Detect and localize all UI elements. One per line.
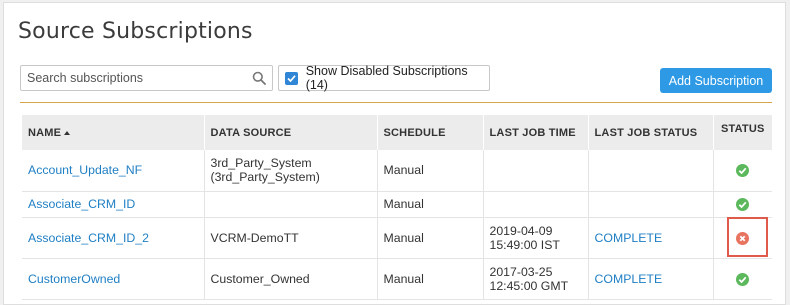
- error-circle-icon: [736, 231, 750, 245]
- schedule-cell: Manual: [377, 150, 484, 192]
- subscription-name-link[interactable]: CustomerOwned: [22, 258, 205, 300]
- show-disabled-label: Show Disabled Subscriptions (14): [305, 64, 468, 92]
- table-row: Associate_CRM_ID Manual: [22, 191, 772, 218]
- data-source-cell: Customer_Owned: [204, 258, 378, 300]
- header-divider: [20, 102, 772, 103]
- column-header-status[interactable]: STATUS: [713, 115, 772, 150]
- search-icon[interactable]: [252, 71, 266, 85]
- subscriptions-table: NAME DATA SOURCE SCHEDULE LAST JOB TIME …: [22, 115, 772, 300]
- status-cell: [713, 150, 772, 192]
- column-header-last-job-status[interactable]: LAST JOB STATUS: [588, 115, 714, 150]
- last-job-time-cell: 2019-04-09 15:49:00 IST: [483, 217, 589, 259]
- sort-ascending-icon: [64, 130, 71, 135]
- table-row: Associate_CRM_ID_2 VCRM-DemoTT Manual 20…: [22, 217, 772, 259]
- column-header-schedule[interactable]: SCHEDULE: [377, 115, 484, 150]
- search-box[interactable]: [20, 65, 273, 91]
- status-cell: [713, 191, 772, 218]
- search-input[interactable]: [21, 66, 241, 90]
- check-circle-icon: [736, 272, 750, 286]
- data-source-cell: 3rd_Party_System (3rd_Party_System): [204, 150, 378, 192]
- last-job-status-link[interactable]: COMPLETE: [588, 258, 714, 300]
- status-cell: [713, 258, 772, 300]
- table-row: CustomerOwned Customer_Owned Manual 2017…: [22, 258, 772, 300]
- last-job-time-cell: [483, 191, 589, 218]
- data-source-cell: [204, 191, 378, 218]
- check-icon: [287, 74, 296, 82]
- show-disabled-toggle[interactable]: Show Disabled Subscriptions (14): [278, 64, 490, 92]
- last-job-status-link[interactable]: [588, 150, 714, 192]
- page-title: Source Subscriptions: [18, 19, 253, 44]
- data-source-cell: VCRM-DemoTT: [204, 217, 378, 259]
- schedule-cell: Manual: [377, 258, 484, 300]
- column-header-last-job-time[interactable]: LAST JOB TIME: [483, 115, 589, 150]
- last-job-status-link[interactable]: [588, 191, 714, 218]
- column-header-data-source[interactable]: DATA SOURCE: [204, 115, 378, 150]
- schedule-cell: Manual: [377, 217, 484, 259]
- last-job-time-cell: 2017-03-25 12:45:00 GMT: [483, 258, 589, 300]
- check-circle-icon: [736, 198, 750, 212]
- last-job-time-cell: [483, 150, 589, 192]
- last-job-status-link[interactable]: COMPLETE: [588, 217, 714, 259]
- schedule-cell: Manual: [377, 191, 484, 218]
- subscription-name-link[interactable]: Associate_CRM_ID_2: [22, 217, 205, 259]
- check-circle-icon: [736, 164, 750, 178]
- subscription-name-link[interactable]: Associate_CRM_ID: [22, 191, 205, 218]
- status-cell: [713, 217, 772, 259]
- column-header-name[interactable]: NAME: [22, 115, 205, 150]
- table-row: Account_Update_NF 3rd_Party_System (3rd_…: [22, 150, 772, 192]
- subscriptions-panel: Source Subscriptions Show Disabled Subsc…: [3, 2, 786, 305]
- subscription-name-link[interactable]: Account_Update_NF: [22, 150, 205, 192]
- show-disabled-checkbox[interactable]: [285, 71, 298, 85]
- add-subscription-button[interactable]: Add Subscription: [660, 68, 772, 93]
- table-header-row: NAME DATA SOURCE SCHEDULE LAST JOB TIME …: [22, 115, 772, 150]
